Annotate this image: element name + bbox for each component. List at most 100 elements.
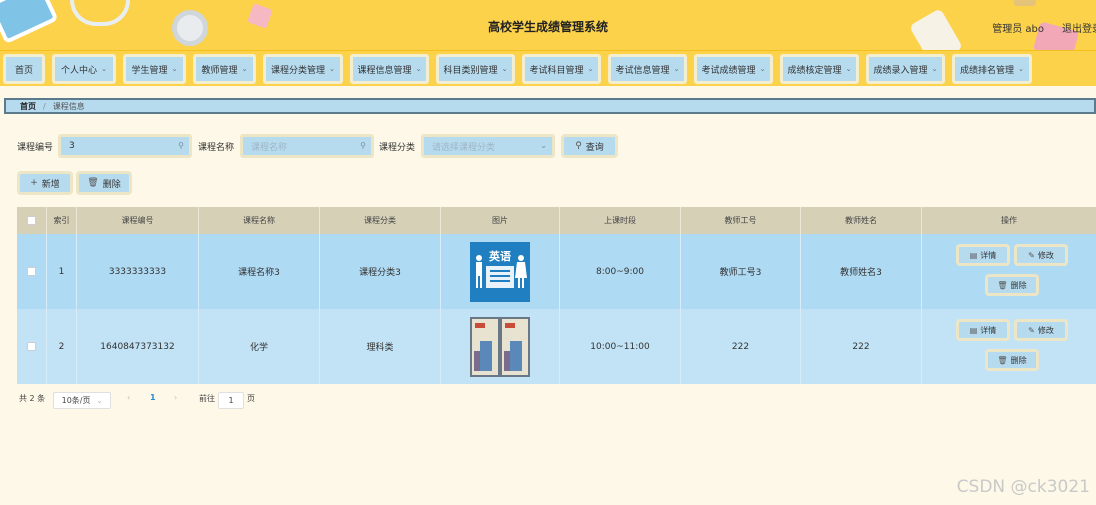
trash-icon: 🗑 <box>997 355 1008 365</box>
nav-item-teachers[interactable]: 教师管理 ⌄ <box>193 54 256 84</box>
detail-button[interactable]: ▤ 详情 <box>956 319 1010 341</box>
nav-item-subject-types[interactable]: 科目类别管理 ⌄ <box>436 54 515 84</box>
select-all-checkbox[interactable] <box>27 216 36 225</box>
page-size-select[interactable]: 10条/页 ⌄ <box>53 392 111 409</box>
edit-label: 修改 <box>1037 250 1054 260</box>
cell-image <box>441 309 560 384</box>
search-icon: ⚲ <box>575 141 582 151</box>
cell-teacher-name: 222 <box>801 309 922 384</box>
add-button[interactable]: + 新增 <box>17 171 73 195</box>
chevron-down-icon: ⌄ <box>329 65 335 73</box>
nav-item-personal-center[interactable]: 个人中心 ⌄ <box>52 54 116 84</box>
course-name-label: 课程名称 <box>198 143 235 153</box>
cell-course-category: 理科类 <box>320 309 441 384</box>
breadcrumb-home[interactable]: 首页 <box>20 101 36 112</box>
admin-label: 管理员 abo <box>992 24 1044 35</box>
cell-image: 英语 <box>441 234 560 309</box>
row-checkbox[interactable] <box>27 342 36 351</box>
row-checkbox[interactable] <box>27 267 36 276</box>
cell-course-name: 课程名称3 <box>199 234 320 309</box>
goto-page-value: 1 <box>228 396 234 405</box>
nav-item-course-categories[interactable]: 课程分类管理 ⌄ <box>263 54 343 84</box>
edit-icon: ✎ <box>1028 250 1035 260</box>
goto-label: 前往 <box>199 394 215 403</box>
query-button[interactable]: ⚲ 查询 <box>561 134 618 158</box>
header-course-code: 课程编号 <box>77 207 199 234</box>
cell-actions: ▤ 详情 ✎ 修改 🗑 删除 <box>922 309 1096 384</box>
breadcrumb: 首页 / 课程信息 <box>4 98 1096 114</box>
cell-course-code: 1640847373132 <box>77 309 199 384</box>
header-actions: 操作 <box>1001 216 1017 225</box>
table-row: 1 3333333333 课程名称3 课程分类3 英语 8:00~9:00 教师… <box>17 234 1096 309</box>
watermark: CSDN @ck3021 <box>956 477 1090 497</box>
delete-button[interactable]: 🗑 删除 <box>985 274 1039 296</box>
page-suffix: 页 <box>247 394 255 403</box>
cell-teacher-id: 教师工号3 <box>681 234 801 309</box>
table-row: 2 1640847373132 化学 理科类 10:00~11:00 222 2… <box>17 309 1096 384</box>
header-course-category: 课程分类 <box>320 207 441 234</box>
nav-item-exam-subjects[interactable]: 考试科目管理 ⌄ <box>522 54 601 84</box>
document-icon: ▤ <box>969 325 978 335</box>
header-select-all[interactable] <box>17 207 47 234</box>
course-code-input[interactable]: 3 ⚲ <box>58 134 192 158</box>
detail-label: 详情 <box>980 325 997 335</box>
bulk-delete-button[interactable]: 🗑 删除 <box>76 171 132 195</box>
chevron-down-icon: ⌄ <box>101 65 107 73</box>
edit-button[interactable]: ✎ 修改 <box>1014 319 1068 341</box>
nav-item-students[interactable]: 学生管理 ⌄ <box>123 54 186 84</box>
header-teacher-name: 教师姓名 <box>801 207 922 234</box>
header-teacher-id: 教师工号 <box>681 207 801 234</box>
chemistry-books-illustration <box>470 316 530 377</box>
search-icon: ⚲ <box>178 141 184 150</box>
breadcrumb-separator: / <box>43 101 46 111</box>
row-select-cell <box>17 234 47 309</box>
course-category-select[interactable]: 请选择课程分类 ⌄ <box>421 134 555 158</box>
chevron-down-icon: ⌄ <box>501 65 508 73</box>
goto-page-input[interactable]: 1 <box>218 392 244 409</box>
breadcrumb-current: 课程信息 <box>52 101 85 111</box>
delete-label: 删除 <box>1010 355 1027 365</box>
cell-index: 1 <box>47 234 77 309</box>
nav-item-score-entry[interactable]: 成绩录入管理 ⌄ <box>866 54 945 84</box>
cell-course-name: 化学 <box>199 309 320 384</box>
chevron-down-icon: ⌄ <box>759 65 766 73</box>
nav-item-course-info[interactable]: 课程信息管理 ⌄ <box>350 54 429 84</box>
cell-teacher-name: 教师姓名3 <box>801 234 922 309</box>
bulk-delete-label: 删除 <box>102 179 121 190</box>
logout-link[interactable]: 退出登录 <box>1062 20 1096 35</box>
chevron-down-icon: ⌄ <box>673 65 680 73</box>
course-category-label: 课程分类 <box>379 143 416 153</box>
prev-page-icon[interactable]: ‹ <box>127 393 130 402</box>
search-icon: ⚲ <box>360 141 366 150</box>
course-image[interactable]: 英语 <box>470 241 530 302</box>
nav-item-exam-info[interactable]: 考试信息管理 ⌄ <box>608 54 687 84</box>
nav-item-score-verify[interactable]: 成绩核定管理 ⌄ <box>780 54 859 84</box>
clip-illustration <box>1014 0 1036 6</box>
trash-icon: 🗑 <box>87 178 99 188</box>
header-index: 索引 <box>47 207 77 234</box>
chevron-down-icon: ⌄ <box>96 396 103 405</box>
edit-label: 修改 <box>1037 325 1054 335</box>
document-icon: ▤ <box>969 250 978 260</box>
chevron-down-icon: ⌄ <box>171 65 178 73</box>
course-name-placeholder: 课程名称 <box>251 142 288 153</box>
delete-label: 删除 <box>1010 280 1027 290</box>
cell-class-time: 8:00~9:00 <box>560 234 681 309</box>
chevron-down-icon: ⌄ <box>540 141 547 150</box>
nav-item-exam-scores[interactable]: 考试成绩管理 ⌄ <box>694 54 773 84</box>
detail-button[interactable]: ▤ 详情 <box>956 244 1010 266</box>
nav-item-home[interactable]: 首页 <box>3 54 45 84</box>
edit-button[interactable]: ✎ 修改 <box>1014 244 1068 266</box>
page-number-current[interactable]: 1 <box>150 393 156 402</box>
delete-button[interactable]: 🗑 删除 <box>985 349 1039 371</box>
course-image[interactable] <box>470 316 530 377</box>
edit-icon: ✎ <box>1028 325 1035 335</box>
header-image: 图片 <box>441 207 560 234</box>
next-page-icon[interactable]: › <box>174 393 177 402</box>
row-select-cell <box>17 309 47 384</box>
course-image-text: 英语 <box>489 249 511 263</box>
header-course-name: 课程名称 <box>199 207 320 234</box>
course-name-input[interactable]: 课程名称 ⚲ <box>240 134 374 158</box>
chevron-down-icon: ⌄ <box>587 65 594 73</box>
nav-item-score-ranking[interactable]: 成绩排名管理 ⌄ <box>952 54 1032 84</box>
